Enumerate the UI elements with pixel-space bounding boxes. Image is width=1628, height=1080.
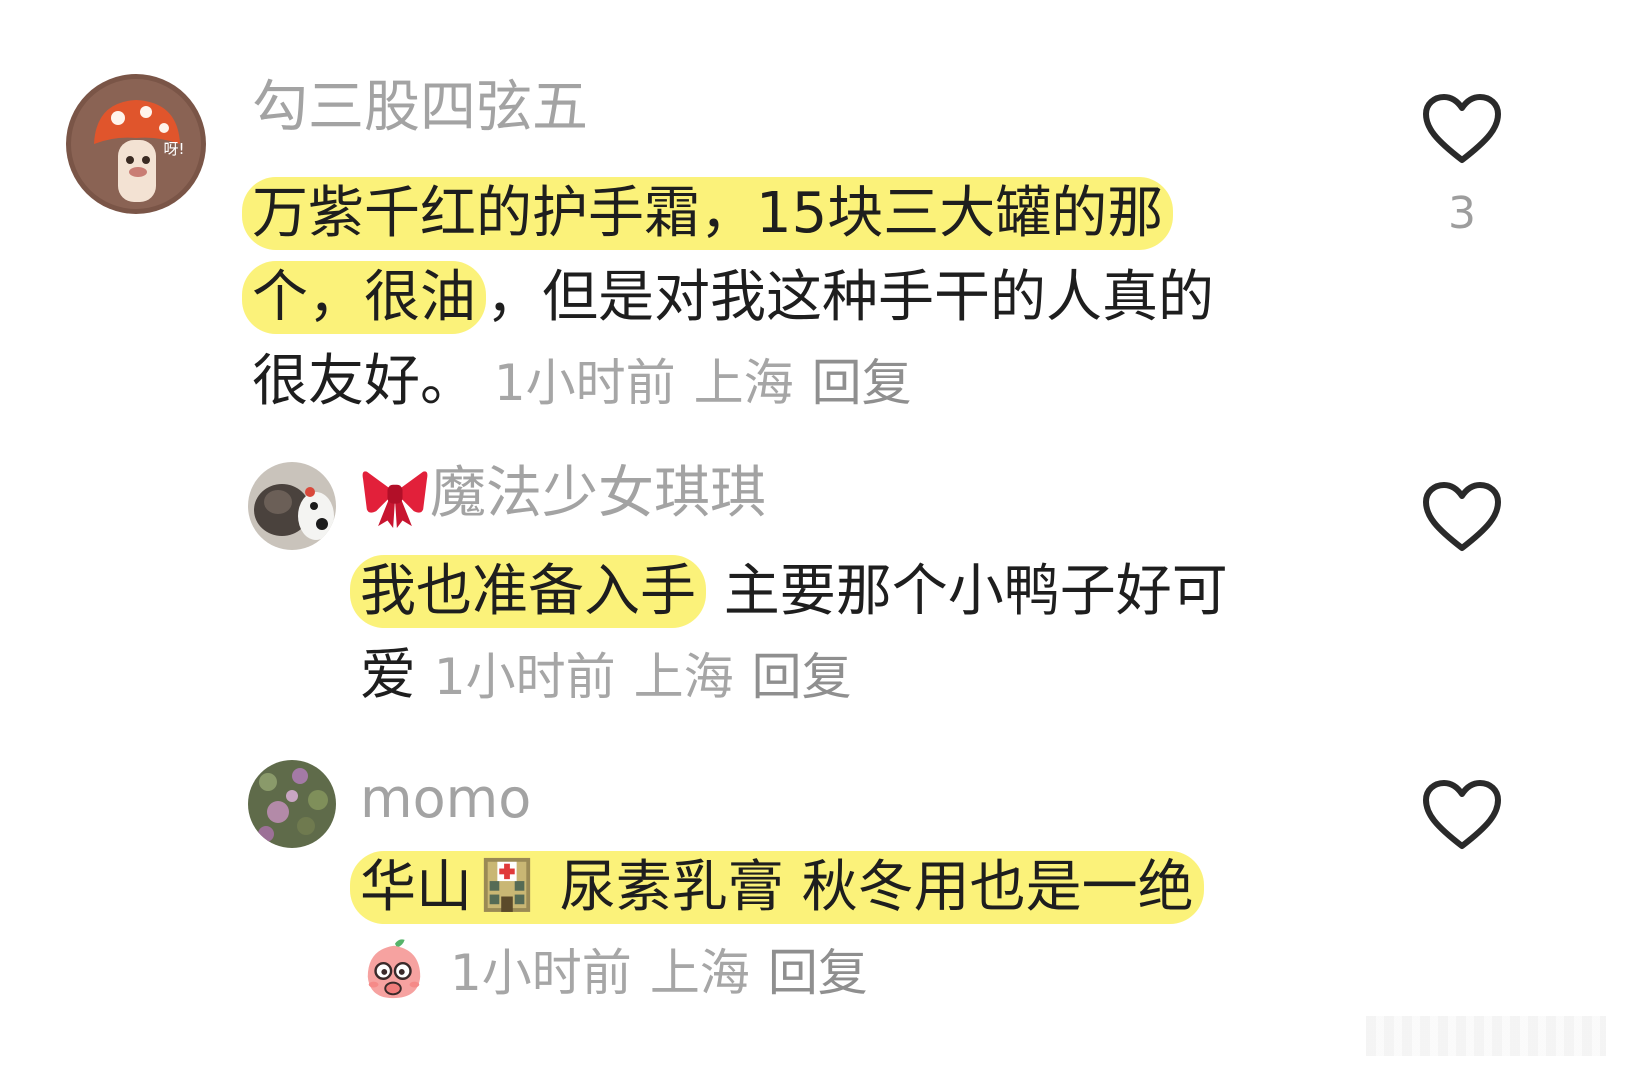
comment-location: 上海 <box>649 944 750 1002</box>
comment-text: 华山 尿素乳膏 秋冬用也是一绝 1小时前 上海 回复 <box>350 846 1360 1015</box>
comment-time: 1小时前 <box>493 354 676 412</box>
reply-button[interactable]: 回复 <box>752 648 852 706</box>
like-button[interactable] <box>1422 482 1502 554</box>
svg-text:呀!: 呀! <box>163 140 184 158</box>
comment-text-rest: ，但是对我这种手干的人真的 <box>486 265 1214 330</box>
avatar[interactable] <box>248 462 336 550</box>
like-count: 3 <box>1448 188 1476 239</box>
like-button[interactable]: 3 <box>1422 94 1502 239</box>
watermark <box>1366 1016 1606 1056</box>
comment-location: 上海 <box>633 648 734 706</box>
comment-meta: 1小时前 上海 回复 <box>494 354 930 412</box>
highlighted-text: 华山 尿素乳膏 秋冬用也是一绝 <box>350 851 1204 924</box>
comment-text: 万紫千红的护手霜，15块三大罐的那 个，很油 ，但是对我这种手干的人真的 很友好。… <box>242 172 1312 425</box>
comment-text: 我也准备入手 主要那个小鸭子好可 爱 1小时前 上海 回复 <box>350 550 1310 719</box>
comment-meta: 1小时前 上海 回复 <box>360 939 886 1002</box>
mushroom-avatar-image: 呀! <box>66 74 206 214</box>
comment-meta: 1小时前 上海 回复 <box>434 648 870 706</box>
like-button[interactable] <box>1422 780 1502 852</box>
comment-text-end: 很友好。 <box>252 349 476 414</box>
peach-sticker-icon <box>360 936 428 1004</box>
hospital-icon <box>480 852 534 914</box>
comment-username[interactable]: 勾三股四弦五 <box>252 80 588 136</box>
avatar[interactable] <box>248 760 336 848</box>
comment-username[interactable]: momo <box>360 772 531 826</box>
comment-text-part1: 华山 <box>360 855 472 920</box>
highlighted-text: 个，很油 <box>242 261 486 334</box>
heart-outline-icon <box>1423 94 1501 163</box>
comment-time: 1小时前 <box>450 944 632 1002</box>
highlighted-text: 万紫千红的护手霜，15块三大罐的那 <box>242 177 1174 250</box>
comment-username[interactable]: 魔法少女琪琪 <box>360 466 766 528</box>
reply-button[interactable]: 回复 <box>768 944 868 1002</box>
username-text: 魔法少女琪琪 <box>430 461 766 527</box>
highlighted-text: 我也准备入手 <box>350 555 706 628</box>
comment-location: 上海 <box>693 354 794 412</box>
comment-time: 1小时前 <box>433 648 616 706</box>
reply-button[interactable]: 回复 <box>812 354 912 412</box>
ribbon-bow-icon <box>360 466 430 528</box>
flowers-avatar-image <box>248 760 336 848</box>
comment-text-end: 爱 <box>360 643 416 708</box>
comment-text-part2: 尿素乳膏 秋冬用也是一绝 <box>542 855 1194 920</box>
comment-text-rest: 主要那个小鸭子好可 <box>706 559 1228 624</box>
heart-outline-icon <box>1423 780 1501 849</box>
avatar[interactable]: 呀! <box>66 74 206 214</box>
cat-avatar-image <box>248 462 336 550</box>
heart-outline-icon <box>1423 482 1501 551</box>
